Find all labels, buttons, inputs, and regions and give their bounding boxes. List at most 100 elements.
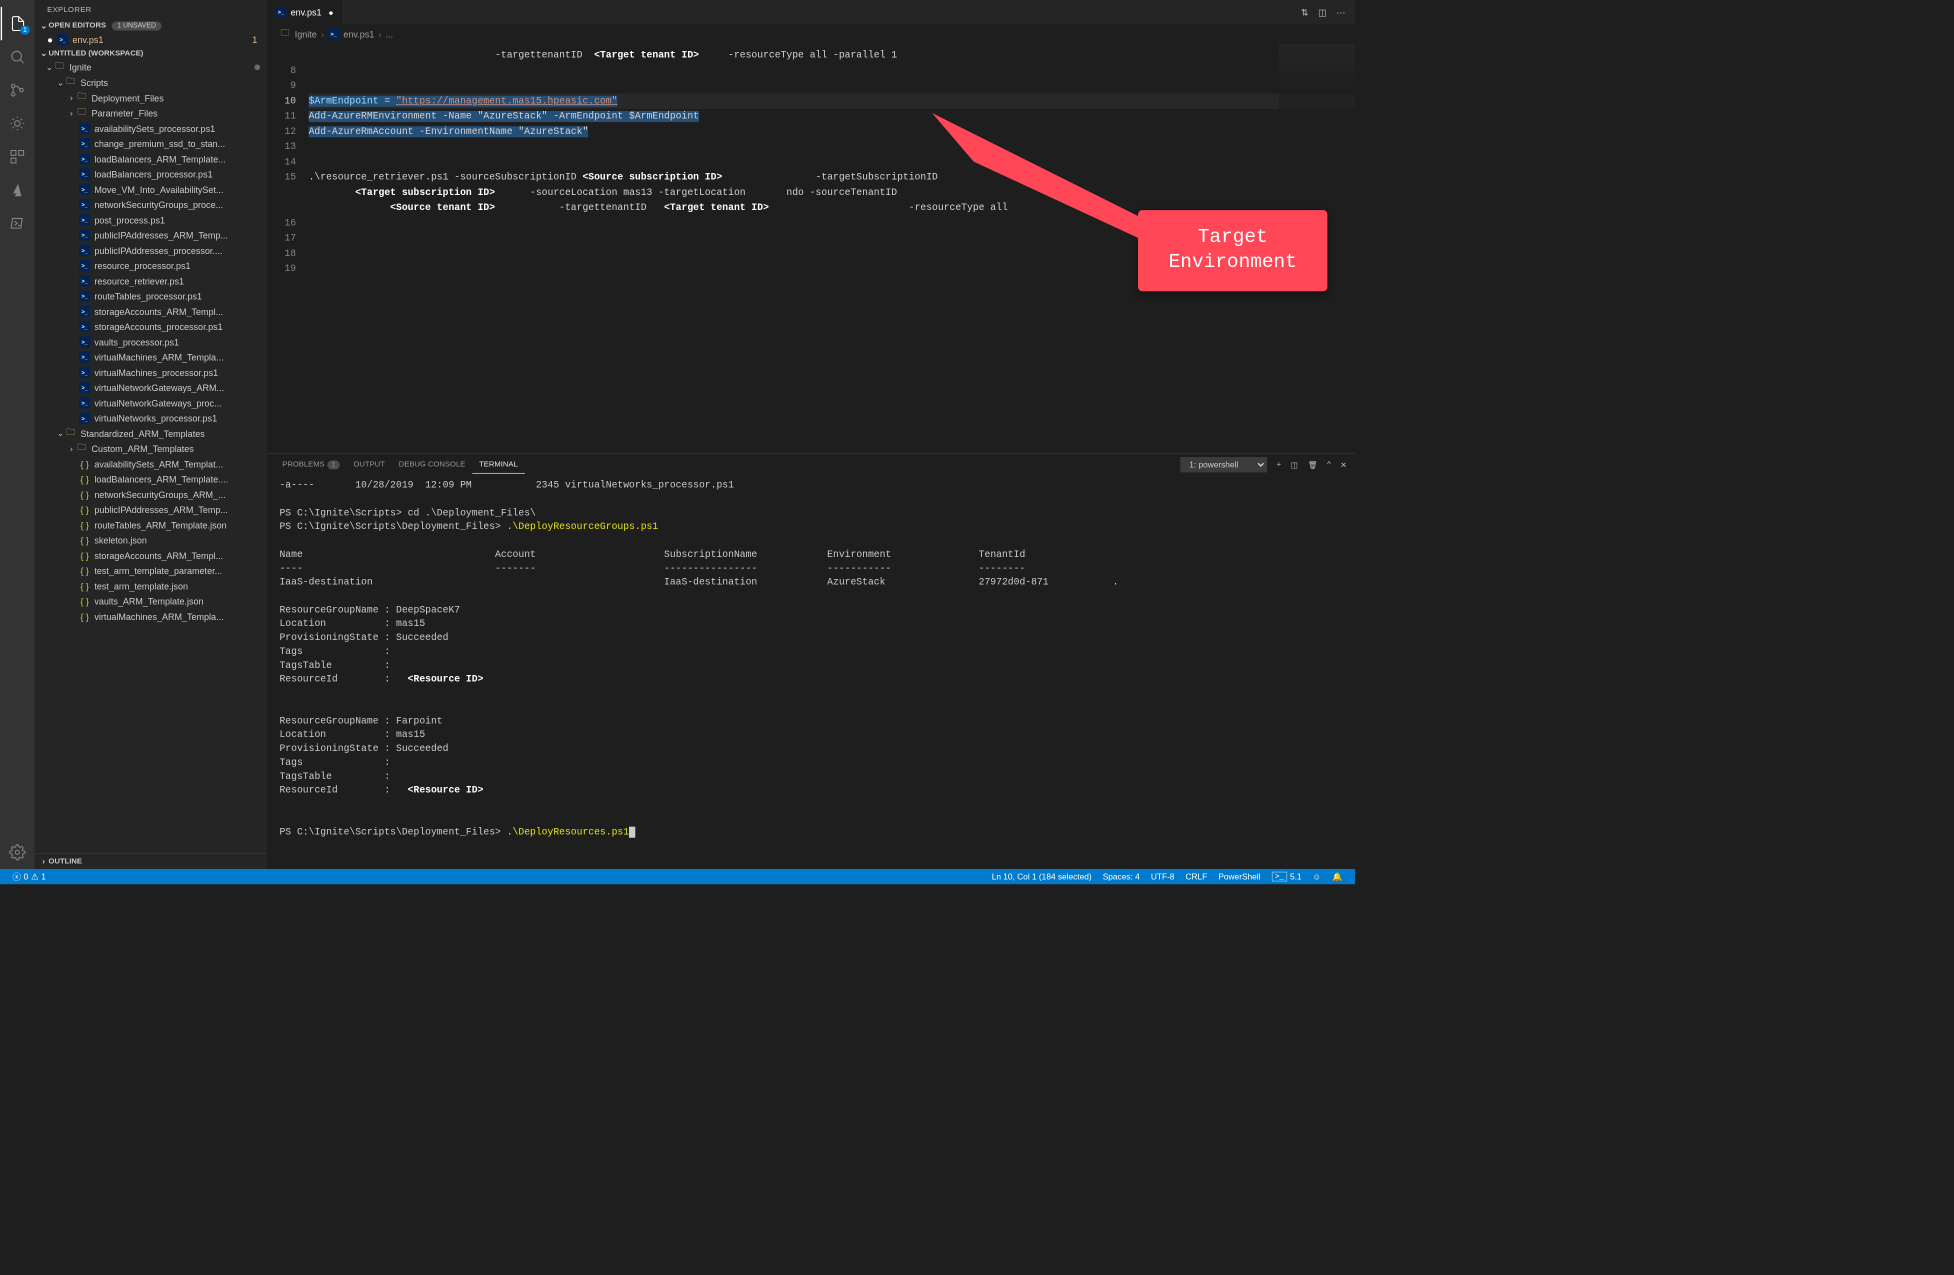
tree-file[interactable]: >_networkSecurityGroups_proce... bbox=[35, 197, 267, 212]
folder-icon: 🗀 bbox=[76, 92, 87, 103]
status-encoding[interactable]: UTF-8 bbox=[1145, 872, 1180, 882]
tree-file[interactable]: >_virtualMachines_processor.ps1 bbox=[35, 365, 267, 380]
tree-file[interactable]: { }networkSecurityGroups_ARM_... bbox=[35, 487, 267, 502]
tab-problems[interactable]: PROBLEMS1 bbox=[275, 456, 346, 473]
tree-file[interactable]: >_storageAccounts_processor.ps1 bbox=[35, 319, 267, 334]
powershell-file-icon: >_ bbox=[79, 352, 90, 363]
code-content[interactable]: -targettenantID <Target tenant ID> -reso… bbox=[309, 44, 1355, 453]
settings-gear-icon[interactable] bbox=[1, 836, 34, 869]
tab-debug-console[interactable]: DEBUG CONSOLE bbox=[392, 456, 472, 473]
powershell-file-icon: >_ bbox=[79, 260, 90, 271]
powershell-file-icon: >_ bbox=[79, 291, 90, 302]
explorer-icon[interactable]: 1 bbox=[1, 7, 34, 40]
tree-file[interactable]: { }publicIPAddresses_ARM_Temp... bbox=[35, 502, 267, 517]
tree-folder-std-templates[interactable]: ⌄ 🗀 Standardized_ARM_Templates bbox=[35, 426, 267, 441]
folder-icon: 🗀 bbox=[65, 428, 76, 439]
new-terminal-icon[interactable]: + bbox=[1277, 460, 1281, 468]
compare-changes-icon[interactable]: ⇅ bbox=[1301, 7, 1309, 18]
tree-file[interactable]: >_change_premium_ssd_to_stan... bbox=[35, 136, 267, 151]
powershell-file-icon: >_ bbox=[79, 245, 90, 256]
tree-file[interactable]: { }availabilitySets_ARM_Templat... bbox=[35, 456, 267, 471]
tree-file[interactable]: >_resource_retriever.ps1 bbox=[35, 273, 267, 288]
status-eol[interactable]: CRLF bbox=[1180, 872, 1213, 882]
powershell-icon[interactable] bbox=[1, 207, 34, 240]
tree-file[interactable]: >_vaults_processor.ps1 bbox=[35, 334, 267, 349]
status-language[interactable]: PowerShell bbox=[1213, 872, 1266, 882]
split-editor-icon[interactable]: ◫ bbox=[1318, 7, 1327, 18]
extensions-icon[interactable] bbox=[1, 140, 34, 173]
tree-file[interactable]: >_post_process.ps1 bbox=[35, 212, 267, 227]
folder-icon: 🗀 bbox=[76, 107, 87, 118]
tab-bar: >_ env.ps1 ● ⇅ ◫ ⋯ bbox=[267, 0, 1355, 24]
json-file-icon: { } bbox=[79, 458, 90, 469]
tree-file[interactable]: { }skeleton.json bbox=[35, 533, 267, 548]
powershell-file-icon: >_ bbox=[79, 199, 90, 210]
tree-file[interactable]: { }test_arm_template_parameter... bbox=[35, 563, 267, 578]
tree-file[interactable]: >_loadBalancers_ARM_Template... bbox=[35, 151, 267, 166]
tree-file[interactable]: { }test_arm_template.json bbox=[35, 578, 267, 593]
tree-file[interactable]: >_routeTables_processor.ps1 bbox=[35, 288, 267, 303]
breadcrumbs[interactable]: 🗀 Ignite › >_ env.ps1 › ... bbox=[267, 24, 1355, 43]
powershell-file-icon: >_ bbox=[79, 413, 90, 424]
outline-header[interactable]: › OUTLINE bbox=[35, 853, 267, 869]
tree-file[interactable]: >_publicIPAddresses_ARM_Temp... bbox=[35, 227, 267, 242]
powershell-file-icon: >_ bbox=[79, 306, 90, 317]
kill-terminal-icon[interactable]: 🗑 bbox=[1308, 460, 1318, 469]
source-control-icon[interactable] bbox=[1, 74, 34, 107]
workspace-header[interactable]: ⌄ UNTITLED (WORKSPACE) bbox=[35, 47, 267, 59]
status-indent[interactable]: Spaces: 4 bbox=[1097, 872, 1145, 882]
tree-folder-parameter[interactable]: › 🗀 Parameter_Files bbox=[35, 105, 267, 120]
tree-file[interactable]: { }loadBalancers_ARM_Template.... bbox=[35, 472, 267, 487]
azure-icon[interactable] bbox=[1, 173, 34, 206]
tab-terminal[interactable]: TERMINAL bbox=[472, 456, 524, 473]
code-editor[interactable]: 89101112131415 16171819 -targettenantID … bbox=[267, 44, 1355, 453]
tree-file[interactable]: { }vaults_ARM_Template.json bbox=[35, 594, 267, 609]
maximize-panel-icon[interactable]: ^ bbox=[1327, 460, 1331, 468]
tree-file[interactable]: { }routeTables_ARM_Template.json bbox=[35, 517, 267, 532]
tree-file[interactable]: { }storageAccounts_ARM_Templ... bbox=[35, 548, 267, 563]
powershell-file-icon: >_ bbox=[79, 214, 90, 225]
status-errors[interactable]: ⓧ 0 ⚠ 1 bbox=[7, 871, 51, 883]
panel-tabs: PROBLEMS1 OUTPUT DEBUG CONSOLE TERMINAL … bbox=[267, 454, 1355, 476]
more-actions-icon[interactable]: ⋯ bbox=[1336, 7, 1345, 18]
open-editors-header[interactable]: ⌄ OPEN EDITORS 1 UNSAVED bbox=[35, 19, 267, 31]
minimap[interactable] bbox=[1279, 44, 1355, 113]
tree-file[interactable]: >_storageAccounts_ARM_Templ... bbox=[35, 304, 267, 319]
status-cursor-position[interactable]: Ln 10, Col 1 (184 selected) bbox=[986, 872, 1097, 882]
split-terminal-icon[interactable]: ◫ bbox=[1291, 460, 1298, 469]
powershell-file-icon: >_ bbox=[79, 336, 90, 347]
tree-file[interactable]: >_virtualNetworkGateways_ARM... bbox=[35, 380, 267, 395]
modified-dot-icon: ● bbox=[328, 7, 333, 17]
tab-output[interactable]: OUTPUT bbox=[347, 456, 392, 473]
status-ps-version[interactable]: >_ 5.1 bbox=[1266, 872, 1307, 882]
tree-file[interactable]: >_Move_VM_Into_AvailabilitySet... bbox=[35, 182, 267, 197]
tree-file[interactable]: >_loadBalancers_processor.ps1 bbox=[35, 166, 267, 181]
git-dot-icon bbox=[255, 64, 261, 70]
terminal-selector[interactable]: 1: powershell bbox=[1180, 457, 1267, 472]
file-tree: ⌄ 🗀 Ignite ⌄ 🗀 Scripts › 🗀 Deployment_Fi… bbox=[35, 60, 267, 853]
tree-folder-ignite[interactable]: ⌄ 🗀 Ignite bbox=[35, 60, 267, 75]
open-editor-item[interactable]: ● >_ env.ps1 1 bbox=[35, 32, 267, 47]
tree-folder-custom-templates[interactable]: › 🗀 Custom_ARM_Templates bbox=[35, 441, 267, 456]
debug-icon[interactable] bbox=[1, 107, 34, 140]
tree-file[interactable]: >_virtualNetworks_processor.ps1 bbox=[35, 411, 267, 426]
sidebar-title: EXPLORER bbox=[35, 0, 267, 19]
tree-file[interactable]: >_virtualMachines_ARM_Templa... bbox=[35, 350, 267, 365]
tree-file[interactable]: >_virtualNetworkGateways_proc... bbox=[35, 395, 267, 410]
status-feedback-icon[interactable]: ☺ bbox=[1307, 872, 1327, 882]
tab-env-ps1[interactable]: >_ env.ps1 ● bbox=[267, 0, 342, 24]
close-panel-icon[interactable]: ✕ bbox=[1340, 460, 1346, 469]
search-icon[interactable] bbox=[1, 40, 34, 73]
tree-file[interactable]: >_resource_processor.ps1 bbox=[35, 258, 267, 273]
powershell-file-icon: >_ bbox=[79, 138, 90, 149]
tree-file[interactable]: >_availabilitySets_processor.ps1 bbox=[35, 121, 267, 136]
powershell-file-icon: >_ bbox=[57, 34, 68, 45]
tree-folder-deployment[interactable]: › 🗀 Deployment_Files bbox=[35, 90, 267, 105]
terminal-output[interactable]: -a---- 10/28/2019 12:09 PM 2345 virtualN… bbox=[267, 476, 1355, 869]
tree-folder-scripts[interactable]: ⌄ 🗀 Scripts bbox=[35, 75, 267, 90]
powershell-file-icon: >_ bbox=[328, 28, 339, 39]
status-bell-icon[interactable]: 🔔 bbox=[1327, 872, 1348, 882]
tree-file[interactable]: >_publicIPAddresses_processor.... bbox=[35, 243, 267, 258]
tree-file[interactable]: { }virtualMachines_ARM_Templa... bbox=[35, 609, 267, 624]
powershell-file-icon: >_ bbox=[79, 169, 90, 180]
